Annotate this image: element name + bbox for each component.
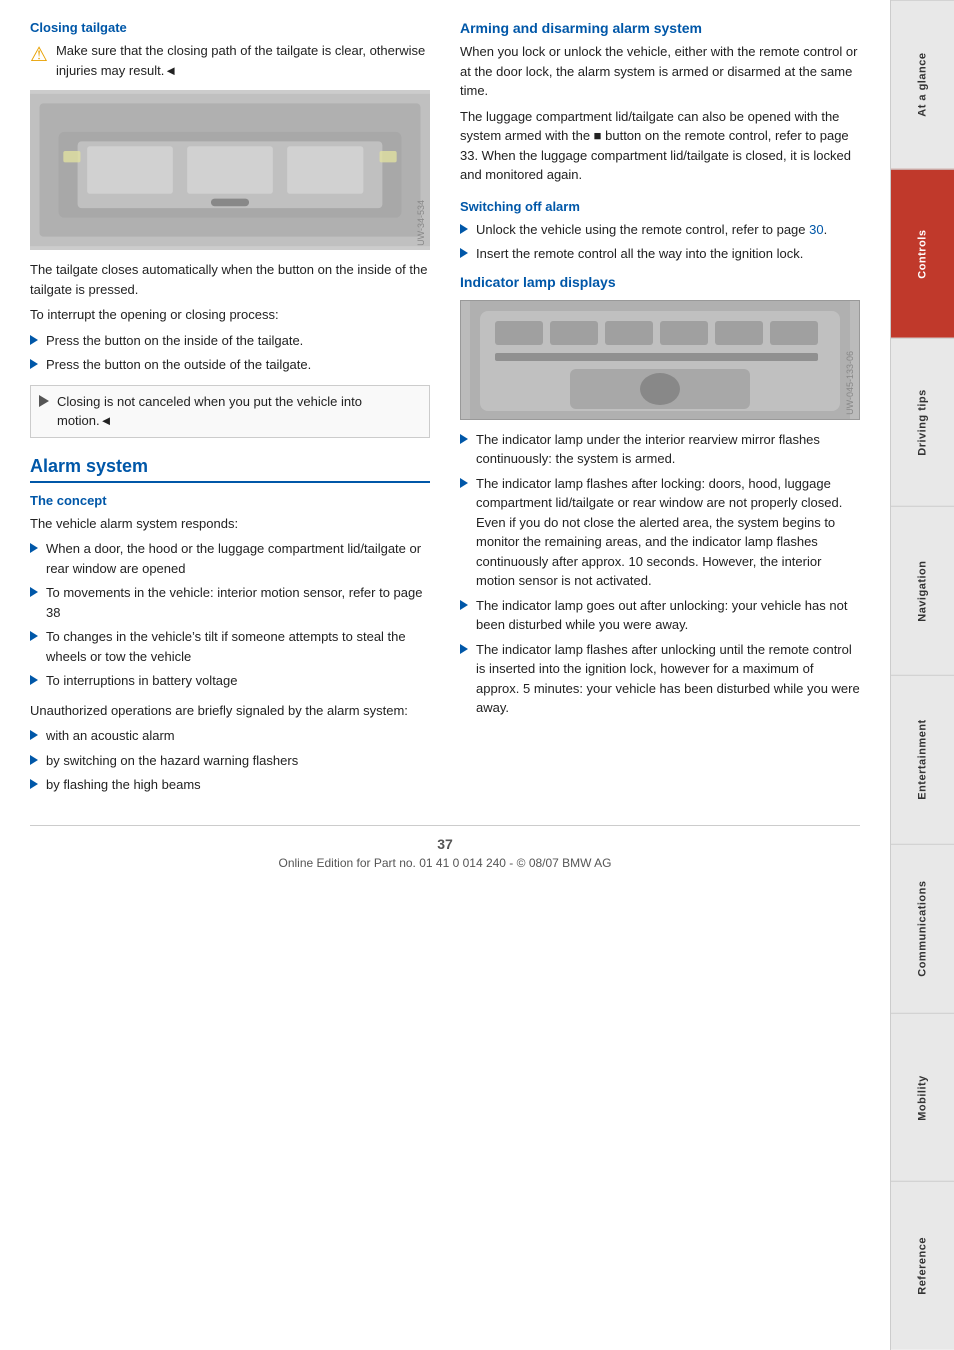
list-item: To movements in the vehicle: interior mo… <box>30 583 430 622</box>
list-item: by flashing the high beams <box>30 775 430 795</box>
indicator-lamp-list: The indicator lamp under the interior re… <box>460 430 860 718</box>
unauthorized-list: with an acoustic alarm by switching on t… <box>30 726 430 795</box>
concept-intro: The vehicle alarm system responds: <box>30 514 430 534</box>
indicator-lamp-title: Indicator lamp displays <box>460 274 860 290</box>
page-number: 37 <box>30 836 860 852</box>
warning-icon: ⚠ <box>30 42 48 67</box>
unauthorized-intro: Unauthorized operations are briefly sign… <box>30 701 430 721</box>
list-item: The indicator lamp under the interior re… <box>460 430 860 469</box>
bullet-triangle <box>460 248 468 258</box>
list-item: Press the button on the inside of the ta… <box>30 331 430 351</box>
tab-reference[interactable]: Reference <box>891 1181 954 1350</box>
arming-para2: The luggage compartment lid/tailgate can… <box>460 107 860 185</box>
image-copyright: UW-34-534 <box>416 200 426 246</box>
right-column: Arming and disarming alarm system When y… <box>460 20 860 805</box>
tailgate-image: UW-34-534 <box>30 90 430 250</box>
note-triangle-icon <box>39 395 49 407</box>
bullet-triangle <box>30 779 38 789</box>
indicator-lamp-image: UW-045-133-06 <box>460 300 860 420</box>
page-footer: 37 Online Edition for Part no. 01 41 0 0… <box>30 825 860 870</box>
tab-mobility[interactable]: Mobility <box>891 1013 954 1182</box>
list-item: The indicator lamp flashes after unlocki… <box>460 640 860 718</box>
bullet-triangle <box>460 224 468 234</box>
list-item: Unlock the vehicle using the remote cont… <box>460 220 860 240</box>
warning-text: Make sure that the closing path of the t… <box>56 41 430 80</box>
footer-text: Online Edition for Part no. 01 41 0 014 … <box>278 856 611 870</box>
bullet-triangle <box>30 755 38 765</box>
bullet-triangle <box>30 543 38 553</box>
list-item: The indicator lamp goes out after unlock… <box>460 596 860 635</box>
note-box: Closing is not canceled when you put the… <box>30 385 430 438</box>
page-30-link[interactable]: 30 <box>809 222 823 237</box>
list-item: with an acoustic alarm <box>30 726 430 746</box>
tailgate-body-text: The tailgate closes automatically when t… <box>30 260 430 299</box>
bullet-triangle <box>460 434 468 444</box>
tab-communications[interactable]: Communications <box>891 844 954 1013</box>
concept-title: The concept <box>30 493 430 508</box>
list-item: Press the button on the outside of the t… <box>30 355 430 375</box>
bullet-triangle <box>30 730 38 740</box>
list-item: To interruptions in battery voltage <box>30 671 430 691</box>
list-item: Insert the remote control all the way in… <box>460 244 860 264</box>
main-content: Closing tailgate ⚠ Make sure that the cl… <box>0 0 890 1350</box>
list-item: When a door, the hood or the luggage com… <box>30 539 430 578</box>
tab-at-a-glance[interactable]: At a glance <box>891 0 954 169</box>
lamp-image-copyright: UW-045-133-06 <box>845 351 855 415</box>
concept-list: When a door, the hood or the luggage com… <box>30 539 430 691</box>
list-item: The indicator lamp flashes after locking… <box>460 474 860 591</box>
bullet-triangle <box>460 478 468 488</box>
closing-tailgate-warning: ⚠ Make sure that the closing path of the… <box>30 41 430 80</box>
switching-item-1: Unlock the vehicle using the remote cont… <box>476 220 827 240</box>
left-column: Closing tailgate ⚠ Make sure that the cl… <box>30 20 430 805</box>
list-item: by switching on the hazard warning flash… <box>30 751 430 771</box>
bullet-triangle <box>30 335 38 345</box>
bullet-triangle <box>30 675 38 685</box>
switching-off-title: Switching off alarm <box>460 199 860 214</box>
switching-off-list: Unlock the vehicle using the remote cont… <box>460 220 860 264</box>
tab-entertainment[interactable]: Entertainment <box>891 675 954 844</box>
alarm-system-title: Alarm system <box>30 456 430 483</box>
tab-controls[interactable]: Controls <box>891 169 954 338</box>
tailgate-interrupt-intro: To interrupt the opening or closing proc… <box>30 305 430 325</box>
side-navigation: At a glance Controls Driving tips Naviga… <box>890 0 954 1350</box>
arming-title: Arming and disarming alarm system <box>460 20 860 36</box>
arming-para1: When you lock or unlock the vehicle, eit… <box>460 42 860 101</box>
tab-driving-tips[interactable]: Driving tips <box>891 338 954 507</box>
bullet-triangle <box>30 631 38 641</box>
bullet-triangle <box>30 587 38 597</box>
bullet-triangle <box>30 359 38 369</box>
bullet-triangle <box>460 600 468 610</box>
tailgate-interrupt-list: Press the button on the inside of the ta… <box>30 331 430 375</box>
list-item: To changes in the vehicle’s tilt if some… <box>30 627 430 666</box>
tab-navigation[interactable]: Navigation <box>891 506 954 675</box>
note-text: Closing is not canceled when you put the… <box>57 392 421 431</box>
bullet-triangle <box>460 644 468 654</box>
closing-tailgate-title: Closing tailgate <box>30 20 430 35</box>
